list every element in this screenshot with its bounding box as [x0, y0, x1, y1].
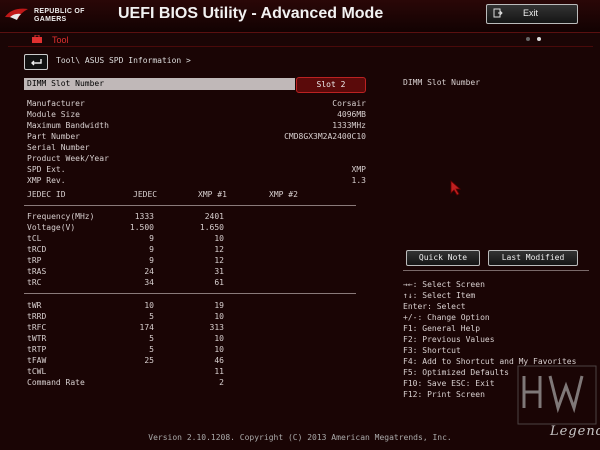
col-xmp2: XMP #2	[269, 190, 298, 199]
brand-line1: REPUBLIC OF	[34, 8, 85, 15]
dimm-slot-row[interactable]: DIMM Slot Number	[24, 78, 295, 90]
rog-logo: REPUBLIC OF GAMERS	[4, 3, 100, 29]
version-footer: Version 2.10.1208. Copyright (C) 2013 Am…	[148, 433, 452, 442]
table-row: Command Rate 2	[27, 378, 224, 387]
table-row: Voltage(V) 1.500 1.650	[27, 223, 224, 232]
hw-watermark-icon	[517, 365, 597, 425]
col-jedec-id: JEDEC ID	[27, 190, 66, 199]
toolbox-icon	[32, 35, 42, 43]
last-modified-button[interactable]: Last Modified	[488, 250, 578, 266]
help-line: F3: Shortcut	[403, 346, 461, 355]
help-line: F2: Previous Values	[403, 335, 495, 344]
help-line: ↑↓: Select Item	[403, 291, 476, 300]
page-dot-2[interactable]	[537, 37, 541, 41]
breadcrumb: Tool\ ASUS SPD Information >	[56, 56, 191, 65]
back-arrow-icon	[31, 59, 42, 66]
info-row: SPD Ext. XMP	[27, 165, 366, 174]
info-row: Serial Number	[27, 143, 90, 152]
table-row: tCWL 11	[27, 367, 224, 376]
tab-tool[interactable]: Tool	[52, 35, 69, 45]
info-row: Maximum Bandwidth 1333MHz	[27, 121, 366, 130]
brand-line2: GAMERS	[34, 16, 67, 23]
header-divider	[8, 46, 593, 47]
table-row: tWTR 5 10	[27, 334, 224, 343]
col-xmp1: XMP #1	[198, 190, 227, 199]
table-divider	[24, 293, 356, 294]
exit-label: Exit	[523, 8, 539, 18]
exit-icon	[493, 8, 503, 18]
info-row: Product Week/Year	[27, 154, 109, 163]
table-row: tCL 9 10	[27, 234, 224, 243]
table-row: tRAS 24 31	[27, 267, 224, 276]
help-line: F1: General Help	[403, 324, 481, 333]
quick-note-button[interactable]: Quick Note	[406, 250, 480, 266]
help-line: →←: Select Screen	[403, 280, 485, 289]
exit-button[interactable]: Exit	[486, 4, 578, 24]
item-description-title: DIMM Slot Number	[403, 78, 481, 87]
table-row: tWR 10 19	[27, 301, 224, 310]
table-divider	[24, 205, 356, 206]
table-row: tRTP 5 10	[27, 345, 224, 354]
title-bar: REPUBLIC OF GAMERS UEFI BIOS Utility - A…	[0, 0, 600, 33]
app-title: UEFI BIOS Utility - Advanced Mode	[118, 5, 384, 22]
table-row: tRC 34 61	[27, 278, 224, 287]
info-row: Part Number CMD8GX3M2A2400C10	[27, 132, 366, 141]
table-row: tRCD 9 12	[27, 245, 224, 254]
info-row: Module Size 4096MB	[27, 110, 366, 119]
help-line: +/-: Change Option	[403, 313, 490, 322]
table-row: tFAW 25 46	[27, 356, 224, 365]
back-button[interactable]	[24, 54, 48, 70]
rog-eye-icon	[5, 8, 28, 20]
info-row: XMP Rev. 1.3	[27, 176, 366, 185]
help-divider	[403, 270, 589, 271]
mouse-cursor-icon	[450, 180, 462, 196]
table-row: tRP 9 12	[27, 256, 224, 265]
col-jedec: JEDEC	[133, 190, 158, 199]
timing-table-header: JEDEC ID JEDEC XMP #1 XMP #2	[27, 190, 366, 201]
page-dot-1[interactable]	[526, 37, 530, 41]
slot-select-button[interactable]: Slot 2	[296, 77, 366, 93]
tab-bar: Tool	[0, 33, 600, 47]
table-row: tRRD 5 10	[27, 312, 224, 321]
table-row: tRFC 174 313	[27, 323, 224, 332]
help-line: Enter: Select	[403, 302, 466, 311]
info-row: Manufacturer Corsair	[27, 99, 366, 108]
table-row: Frequency(MHz) 1333 2401	[27, 212, 224, 221]
